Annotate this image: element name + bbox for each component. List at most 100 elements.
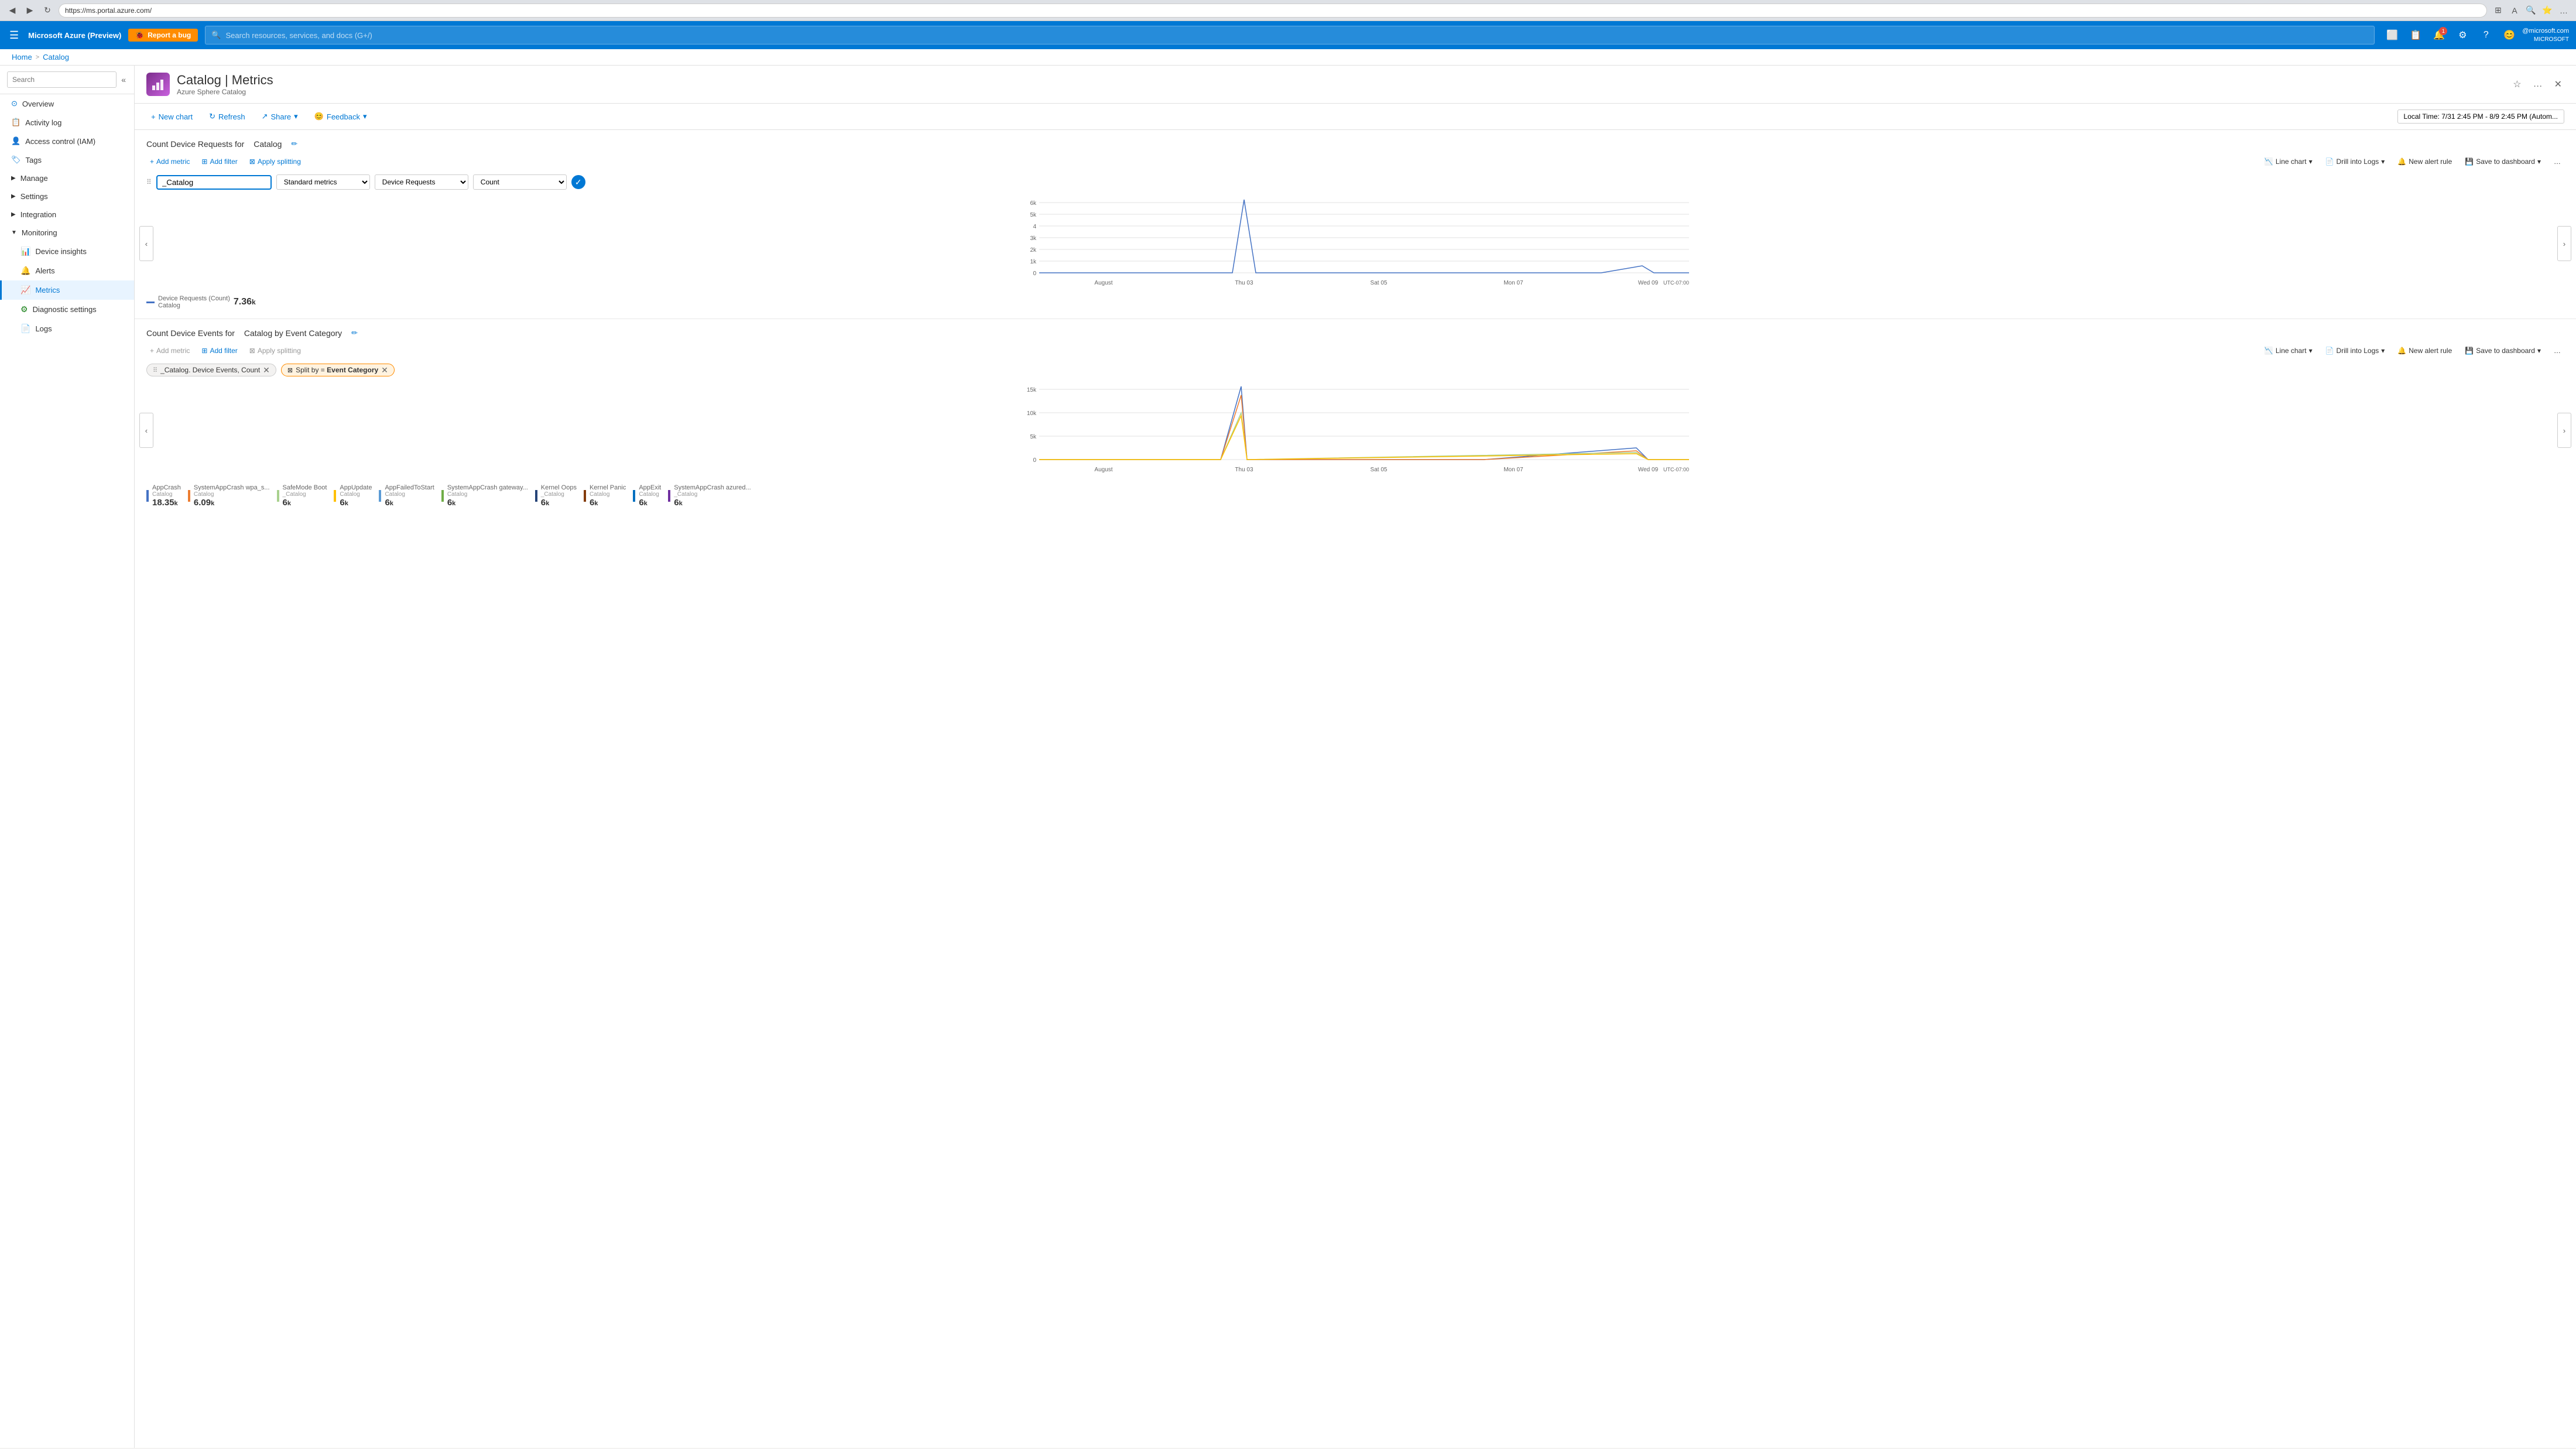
save-icon: 💾 [2465,157,2474,166]
favorites-icon[interactable]: ⭐ [2541,4,2554,17]
sidebar-label-access-control: Access control (IAM) [25,137,95,146]
hamburger-menu-button[interactable]: ☰ [7,27,21,44]
legend-item-kernel-oops: Kernel Oops _Catalog 6k [535,484,577,508]
sidebar-item-manage[interactable]: ▶ Manage [0,169,134,187]
sidebar-label-settings: Settings [20,192,48,201]
close-button[interactable]: ✕ [2552,76,2564,93]
time-range-button[interactable]: Local Time: 7/31 2:45 PM - 8/9 2:45 PM (… [2397,109,2564,124]
sidebar-item-activity-log[interactable]: 📋 Activity log [0,113,134,132]
metric-confirm-button[interactable]: ✓ [571,175,585,189]
help-icon[interactable]: ? [2475,25,2496,46]
new-alert-rule-button[interactable]: 🔔 New alert rule [2394,156,2455,167]
chart2-svg: 15k 10k 5k 0 August Thu 03 Sat 05 [146,383,2564,477]
chart2-drill-logs-icon: 📄 [2325,347,2334,355]
settings-expand-icon: ▶ [11,193,16,200]
chart2-split-pill-remove[interactable]: ✕ [381,366,388,374]
chart2-add-metric-button[interactable]: + Add metric [146,345,193,357]
chart2-metric-pill-remove[interactable]: ✕ [263,366,270,374]
chart2-more-button[interactable]: … [2550,345,2564,357]
notifications-icon[interactable]: 🔔 1 [2428,25,2450,46]
drill-logs-button[interactable]: 📄 Drill into Logs ▾ [2322,156,2389,167]
sidebar-item-access-control[interactable]: 👤 Access control (IAM) [0,132,134,150]
sidebar-label-integration: Integration [20,210,56,219]
legend-item-appupdate: AppUpdate Catalog 6k [334,484,372,508]
legend-item-appcrash: AppCrash Catalog 18.35k [146,484,181,508]
browser-search-icon[interactable]: 🔍 [2524,4,2537,17]
sidebar-collapse-button[interactable]: « [120,74,127,85]
sidebar-item-monitoring[interactable]: ▼ Monitoring [0,224,134,242]
svg-text:0: 0 [1033,457,1036,464]
chart2-save-dashboard-button[interactable]: 💾 Save to dashboard ▾ [2461,345,2544,357]
browser-more-icon[interactable]: … [2557,4,2570,17]
namespace-select[interactable]: Standard metrics [276,174,370,190]
sidebar-item-diagnostic-settings[interactable]: ⚙ Diagnostic settings [0,300,134,319]
svg-text:10k: 10k [1027,410,1037,417]
chart1-section: Count Device Requests for Catalog ✏ + Ad… [135,130,2576,319]
chart2-nav-right-button[interactable]: › [2557,413,2571,448]
chart1-title-prefix: Count Device Requests for [146,139,244,149]
svg-text:0: 0 [1033,270,1036,277]
breadcrumb-current[interactable]: Catalog [43,53,69,61]
settings-icon[interactable]: ⚙ [2452,25,2473,46]
favorite-button[interactable]: ☆ [2510,76,2523,93]
svg-text:UTC-07:00: UTC-07:00 [1663,467,1689,472]
aggregation-select[interactable]: Count [473,174,567,190]
directory-subscription-icon[interactable]: 📋 [2405,25,2426,46]
chart2-add-filter-button[interactable]: ⊞ Add filter [198,345,241,357]
feedback-nav-icon[interactable]: 😊 [2499,25,2520,46]
sidebar-item-integration[interactable]: ▶ Integration [0,205,134,224]
chart2-drill-logs-button[interactable]: 📄 Drill into Logs ▾ [2322,345,2389,357]
cloud-shell-icon[interactable]: ⬜ [2382,25,2403,46]
chart2-save-chevron: ▾ [2537,347,2541,355]
sidebar-item-settings[interactable]: ▶ Settings [0,187,134,205]
chart2-apply-splitting-button[interactable]: ⊠ Apply splitting [246,345,304,357]
browser-back-button[interactable]: ◀ [6,4,19,17]
chart2-new-alert-button[interactable]: 🔔 New alert rule [2394,345,2455,357]
chart2-drill-chevron: ▾ [2381,347,2385,355]
azure-top-nav: ☰ Microsoft Azure (Preview) 🐞 Report a b… [0,21,2576,49]
feedback-button[interactable]: 😊 Feedback ▾ [310,109,372,124]
add-filter-button[interactable]: ⊞ Add filter [198,156,241,167]
sidebar-item-alerts[interactable]: 🔔 Alerts [0,261,134,280]
azure-app-name: Microsoft Azure (Preview) [28,31,121,40]
save-dashboard-button[interactable]: 💾 Save to dashboard ▾ [2461,156,2544,167]
breadcrumb-home[interactable]: Home [12,53,32,61]
scope-input[interactable] [156,175,272,190]
report-bug-button[interactable]: 🐞 Report a bug [128,29,198,42]
more-options-button[interactable]: … [2531,77,2545,92]
sidebar-item-logs[interactable]: 📄 Logs [0,319,134,338]
new-chart-button[interactable]: + New chart [146,110,197,124]
device-insights-icon: 📊 [20,246,30,256]
resource-header: Catalog | Metrics Azure Sphere Catalog ☆… [135,66,2576,104]
chart2-edit-icon[interactable]: ✏ [351,328,358,338]
sidebar-item-overview[interactable]: ⊙ Overview [0,94,134,113]
user-account-info[interactable]: @microsoft.com MICROSOFT [2522,27,2569,43]
chart2-metric-pill: ⠿ _Catalog. Device Events, Count ✕ [146,364,276,376]
sidebar-item-tags[interactable]: 🏷 Tags [0,150,134,169]
chart1-more-button[interactable]: … [2550,156,2564,167]
line-chart-button[interactable]: 📉 Line chart ▾ [2261,156,2316,167]
sidebar-item-device-insights[interactable]: 📊 Device insights [0,242,134,261]
refresh-button[interactable]: ↻ Refresh [204,109,249,124]
chart2-nav-left-button[interactable]: ‹ [139,413,153,448]
browser-address-bar[interactable]: https://ms.portal.azure.com/ [59,4,2487,18]
browser-refresh-button[interactable]: ↻ [41,4,54,17]
apply-splitting-button[interactable]: ⊠ Apply splitting [246,156,304,167]
sidebar-search-input[interactable] [7,71,117,88]
share-button[interactable]: ↗ Share ▾ [257,109,303,124]
chart1-nav-right-button[interactable]: › [2557,226,2571,261]
sidebar-item-metrics[interactable]: 📈 Metrics [0,280,134,300]
chart1-nav-left-button[interactable]: ‹ [139,226,153,261]
share-chevron-icon: ▾ [294,112,298,121]
chart1-title: Count Device Requests for Catalog ✏ [146,139,2564,149]
browser-forward-button[interactable]: ▶ [23,4,36,17]
extensions-icon[interactable]: ⊞ [2492,4,2505,17]
metric-select[interactable]: Device Requests [375,174,468,190]
chart1-title-resource: Catalog [254,139,282,149]
notification-badge: 1 [2439,27,2447,35]
chart2-line-chart-button[interactable]: 📉 Line chart ▾ [2261,345,2316,357]
add-metric-button[interactable]: + Add metric [146,156,193,167]
azure-search-bar[interactable]: 🔍 Search resources, services, and docs (… [205,26,2375,44]
chart1-edit-icon[interactable]: ✏ [291,139,297,149]
immersive-reader-icon[interactable]: A [2508,4,2521,17]
